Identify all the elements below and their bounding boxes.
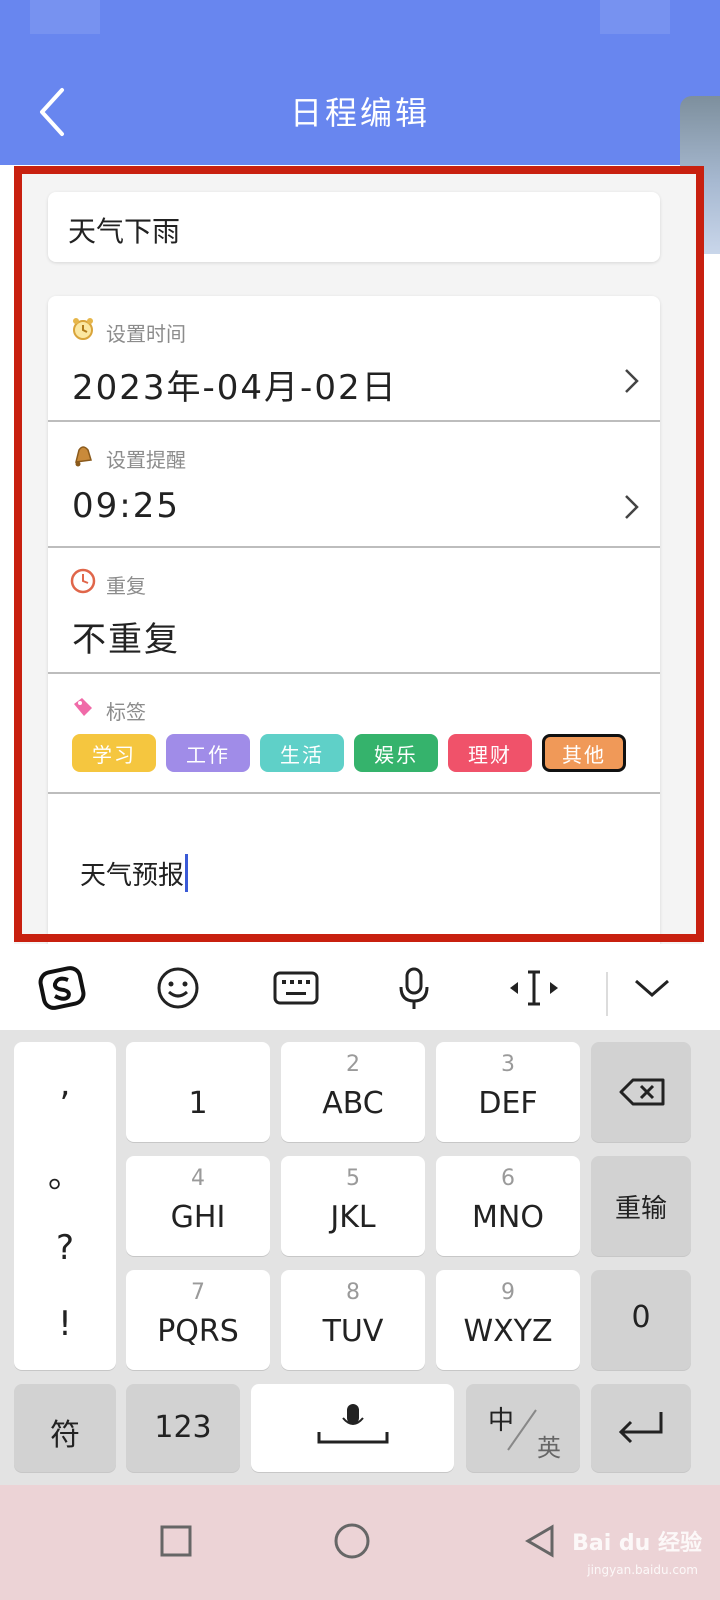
key-8[interactable]: 8 TUV: [281, 1270, 425, 1370]
punct-period[interactable]: 。: [14, 1148, 116, 1197]
t9-keyboard: , 。 ? ! 1 2 ABC 3 DEF 4 GHI 5 JKL 6 MNO …: [0, 1030, 720, 1485]
emoji-icon[interactable]: [152, 962, 204, 1014]
app-header: 日程编辑: [0, 0, 720, 165]
circle-icon: [334, 1523, 370, 1559]
event-title-input[interactable]: 天气下雨: [68, 210, 180, 250]
watermark-url: jingyan.baidu.com: [587, 1563, 698, 1577]
alarm-clock-icon: [73, 318, 93, 340]
set-time-label: 设置时间: [106, 322, 186, 346]
space-key[interactable]: [251, 1384, 454, 1472]
set-reminder-label: 设置提醒: [106, 448, 186, 472]
numbers-key[interactable]: 123: [126, 1384, 240, 1472]
tag-other[interactable]: 其他: [542, 734, 626, 772]
reenter-key[interactable]: 重输: [591, 1156, 691, 1256]
key-5[interactable]: 5 JKL: [281, 1156, 425, 1256]
punct-question[interactable]: ?: [14, 1228, 116, 1268]
key-9[interactable]: 9 WXYZ: [436, 1270, 580, 1370]
enter-key[interactable]: [591, 1384, 691, 1472]
keyboard-toolbar: [0, 944, 720, 1030]
repeat-value: 不重复: [72, 620, 180, 660]
punctuation-column[interactable]: , 。 ? !: [14, 1042, 116, 1370]
date-value: 2023年-04月-02日: [72, 368, 398, 408]
watermark-brand: Bai du 经验: [572, 1531, 702, 1556]
punct-comma[interactable]: ,: [14, 1064, 116, 1104]
status-bar-blur: [30, 0, 100, 34]
reminder-time-value: 09:25: [72, 486, 180, 526]
system-nav-bar: Bai du 经验 jingyan.baidu.com: [0, 1485, 720, 1600]
punct-exclamation[interactable]: !: [14, 1304, 116, 1344]
tag-icon: [74, 698, 92, 716]
tag-work[interactable]: 工作: [166, 734, 250, 772]
key-2[interactable]: 2 ABC: [281, 1042, 425, 1142]
tags-row: 标签 学习 工作 生活 娱乐 理财 其他: [48, 674, 660, 794]
tag-finance[interactable]: 理财: [448, 734, 532, 772]
chevron-right-icon: [625, 495, 639, 519]
backspace-key[interactable]: [591, 1042, 691, 1142]
tags-label: 标签: [106, 700, 146, 724]
repeat-label: 重复: [106, 574, 146, 598]
toolbar-divider: [606, 972, 608, 1016]
repeat-row[interactable]: 重复 不重复: [48, 548, 660, 674]
tag-study[interactable]: 学习: [72, 734, 156, 772]
text-cursor: [185, 854, 189, 892]
triangle-back-icon: [525, 1524, 554, 1558]
sogou-logo-icon[interactable]: [36, 962, 88, 1014]
space-mic-icon: [317, 1404, 389, 1444]
key-4[interactable]: 4 GHI: [126, 1156, 270, 1256]
key-7[interactable]: 7 PQRS: [126, 1270, 270, 1370]
settings-card: 设置时间 2023年-04月-02日 设置提醒 09:25 重复 不重复 标签 …: [48, 296, 660, 946]
recent-apps-button[interactable]: [146, 1511, 206, 1571]
symbols-key[interactable]: 符: [14, 1384, 116, 1472]
clock-icon: [70, 568, 96, 594]
key-6[interactable]: 6 MNO: [436, 1156, 580, 1256]
bell-icon: [75, 446, 92, 467]
note-text: 天气预报: [80, 861, 185, 891]
key-3[interactable]: 3 DEF: [436, 1042, 580, 1142]
set-reminder-row[interactable]: 设置提醒 09:25: [48, 422, 660, 548]
language-switch-key[interactable]: 中 英: [466, 1384, 580, 1472]
cursor-move-icon[interactable]: [508, 962, 560, 1014]
set-time-row[interactable]: 设置时间 2023年-04月-02日: [48, 296, 660, 422]
note-input[interactable]: 天气预报: [80, 854, 189, 892]
key-1[interactable]: 1: [126, 1042, 270, 1142]
status-bar-blur: [600, 0, 670, 34]
square-icon: [160, 1525, 192, 1557]
chevron-right-icon: [625, 369, 639, 393]
microphone-icon[interactable]: [388, 962, 440, 1014]
zero-key[interactable]: 0: [591, 1270, 691, 1370]
page-title: 日程编辑: [289, 94, 430, 132]
keyboard-icon[interactable]: [270, 962, 322, 1014]
chevron-down-icon[interactable]: [626, 962, 678, 1014]
tag-entertainment[interactable]: 娱乐: [354, 734, 438, 772]
tag-life[interactable]: 生活: [260, 734, 344, 772]
home-button[interactable]: [322, 1511, 382, 1571]
backspace-icon: [619, 1078, 665, 1106]
nav-back-button[interactable]: [510, 1511, 570, 1571]
tag-list: 学习 工作 生活 娱乐 理财 其他: [72, 734, 626, 772]
event-title-card[interactable]: 天气下雨: [48, 192, 660, 262]
schedule-form: 天气下雨 设置时间 2023年-04月-02日 设置提醒 09:25 重复 不重…: [14, 166, 702, 946]
enter-icon: [618, 1412, 663, 1444]
